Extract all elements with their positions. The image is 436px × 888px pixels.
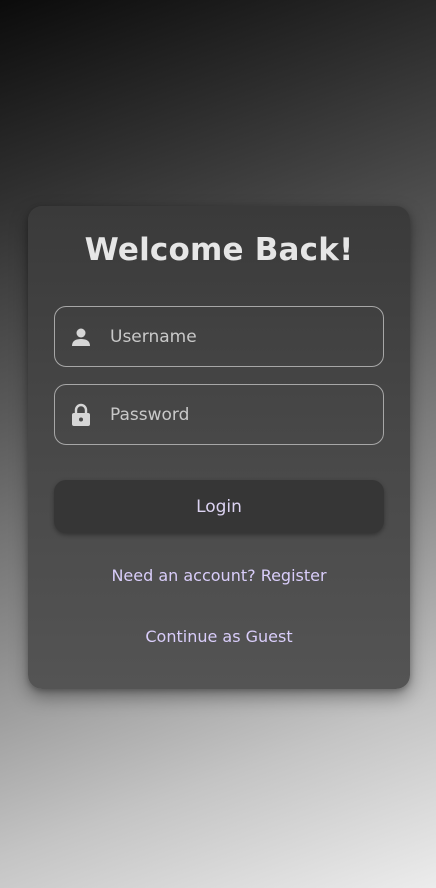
password-field[interactable] xyxy=(54,384,384,445)
register-link[interactable]: Need an account? Register xyxy=(28,566,410,585)
page-title: Welcome Back! xyxy=(84,232,354,268)
guest-link[interactable]: Continue as Guest xyxy=(28,627,410,646)
password-input[interactable] xyxy=(110,385,383,444)
username-input[interactable] xyxy=(110,307,383,366)
username-field[interactable] xyxy=(54,306,384,367)
person-icon xyxy=(70,325,92,349)
lock-icon xyxy=(70,403,92,427)
login-card: Welcome Back! Login Need an account? Reg… xyxy=(28,206,410,689)
login-button[interactable]: Login xyxy=(54,480,384,533)
